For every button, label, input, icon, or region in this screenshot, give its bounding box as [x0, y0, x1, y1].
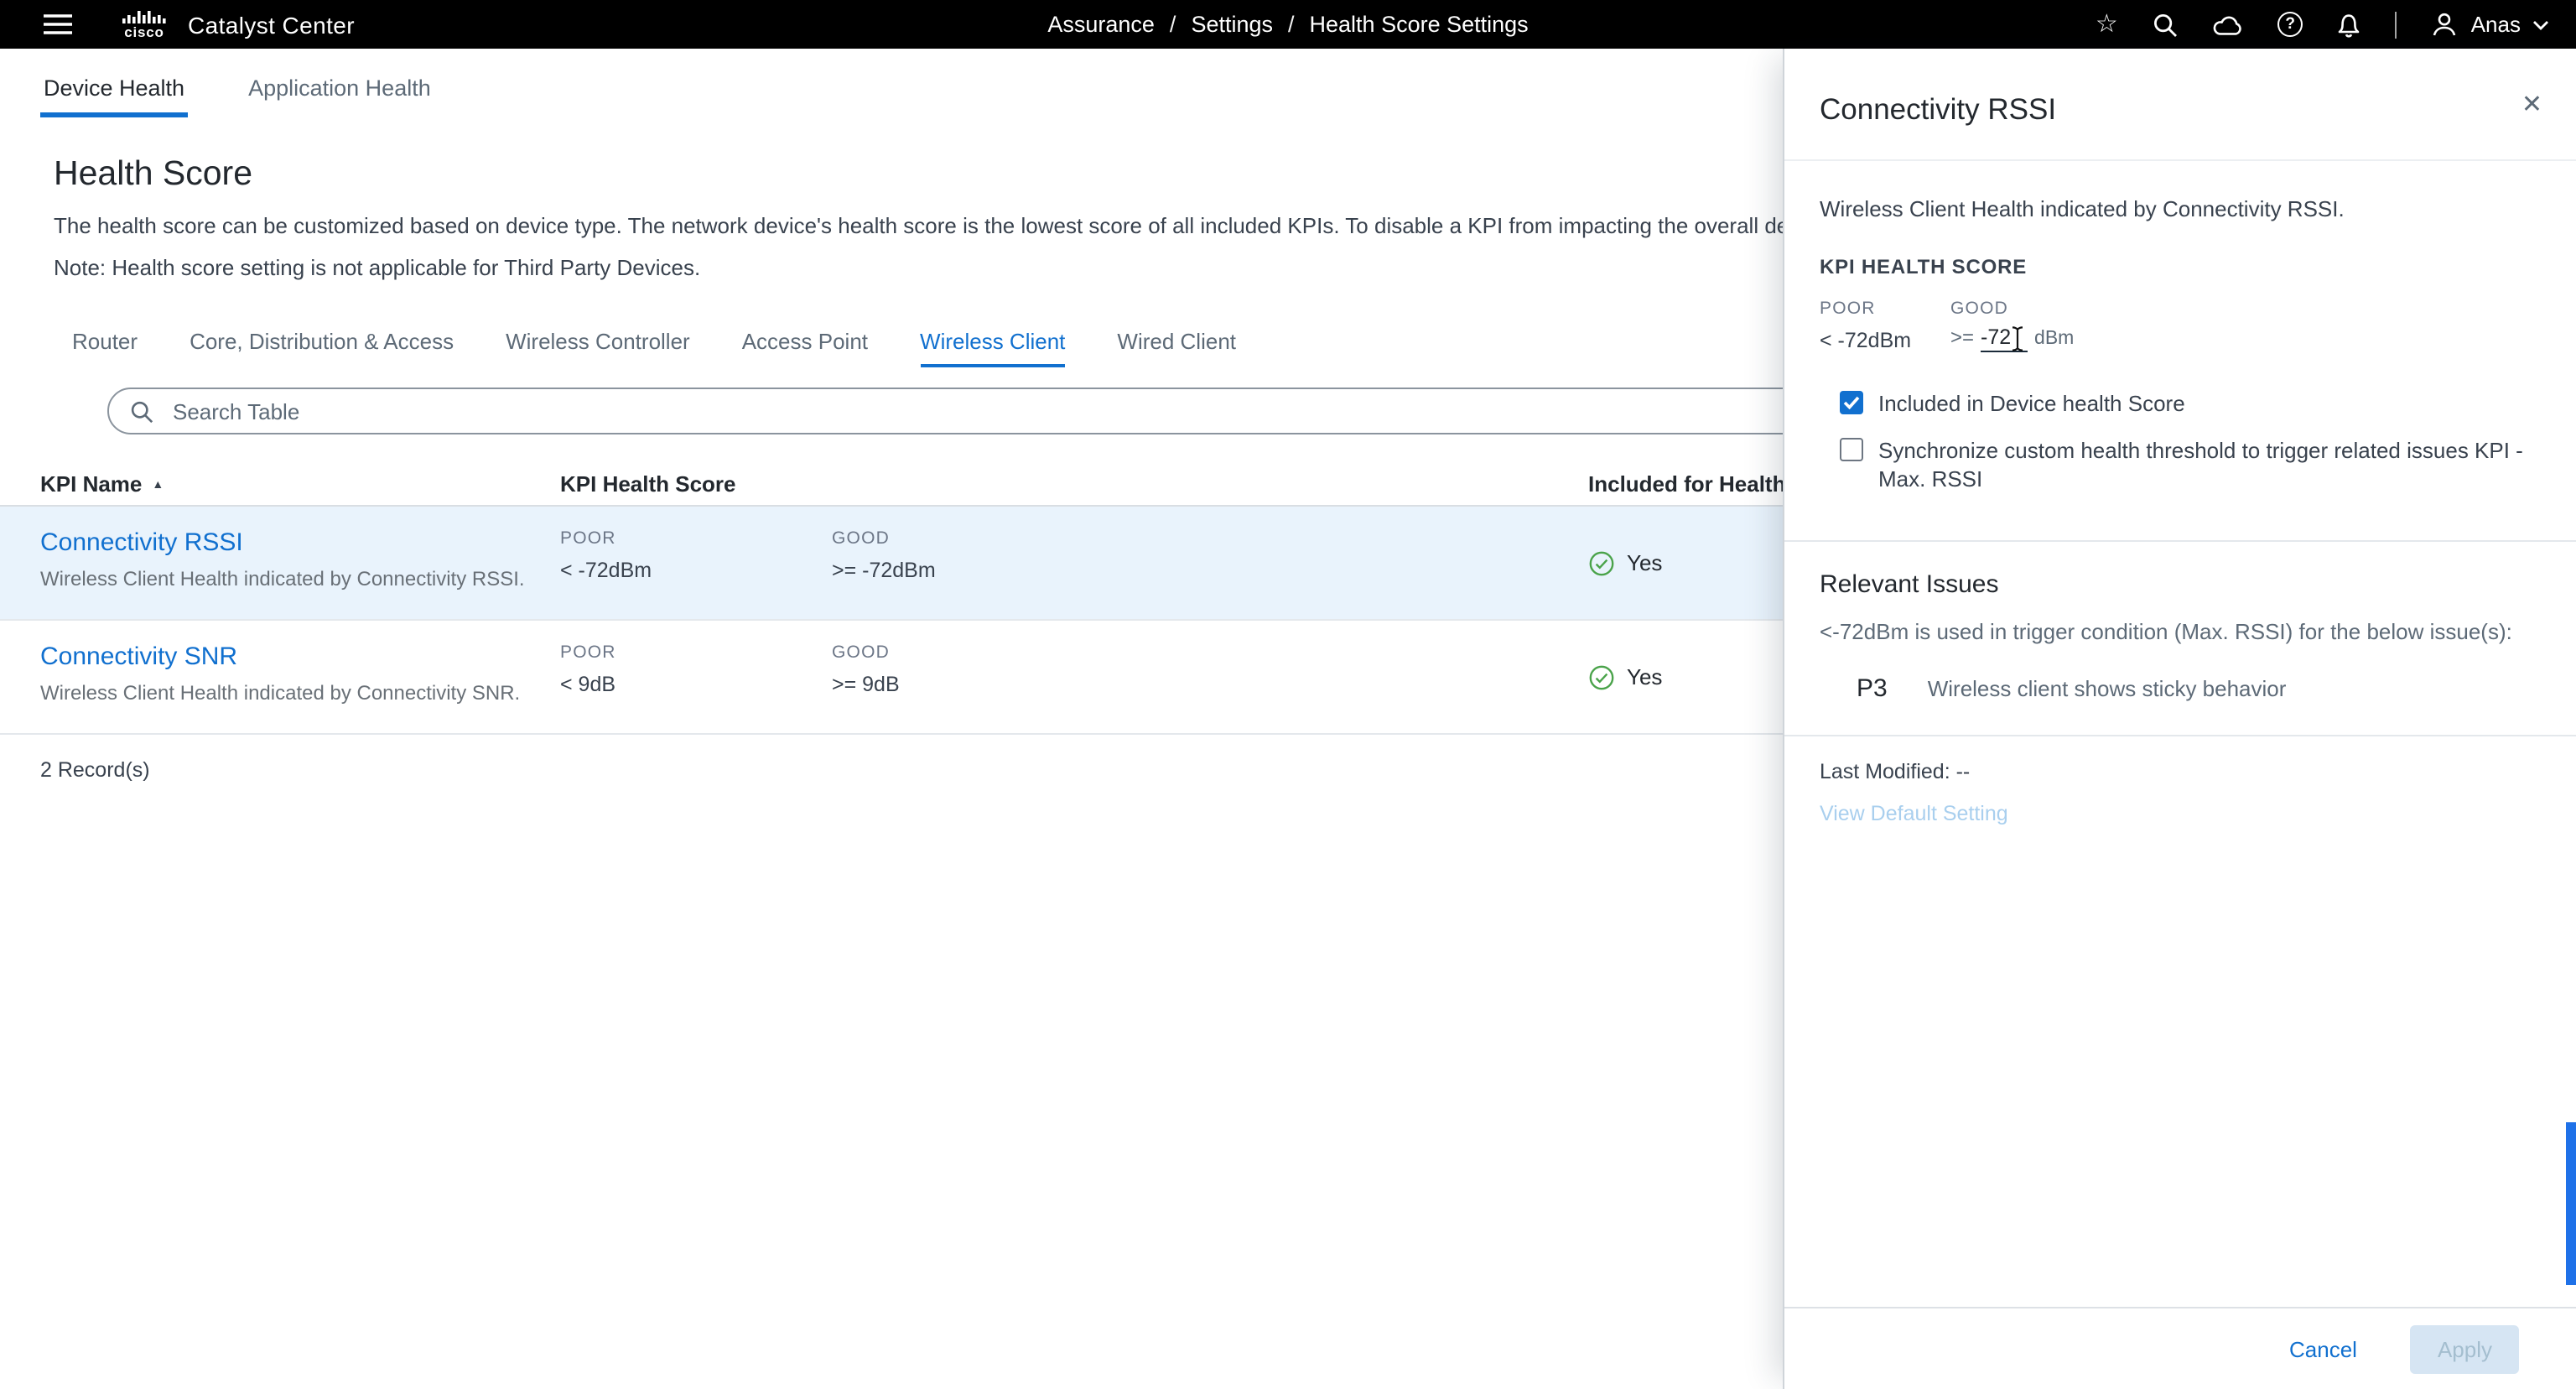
top-bar: cisco Catalyst Center Assurance / Settin…	[0, 0, 2576, 49]
poor-threshold: POOR < -72dBm	[560, 507, 832, 619]
subtab-core-distribution-access[interactable]: Core, Distribution & Access	[190, 329, 454, 367]
breadcrumb-item-settings[interactable]: Settings	[1191, 12, 1273, 37]
kpi-description: Wireless Client Health indicated by Conn…	[40, 567, 560, 590]
favorites-star-icon[interactable]: ☆	[2096, 10, 2118, 39]
column-header-kpi-name[interactable]: KPI Name▲	[0, 471, 560, 497]
included-checkbox-row[interactable]: Included in Device health Score	[1840, 389, 2185, 418]
tab-device-health[interactable]: Device Health	[40, 75, 188, 117]
kpi-description: Wireless Client Health indicated by Conn…	[40, 681, 560, 705]
help-icon[interactable]: ?	[2277, 10, 2303, 39]
user-menu[interactable]: Anas	[2431, 10, 2549, 39]
catalyst-center-app: cisco Catalyst Center Assurance / Settin…	[0, 0, 2576, 1389]
subtab-wired-client[interactable]: Wired Client	[1117, 329, 1236, 367]
cisco-logo-text: cisco	[124, 25, 164, 39]
breadcrumb-item-health-score-settings: Health Score Settings	[1310, 12, 1529, 37]
apply-button[interactable]: Apply	[2411, 1324, 2519, 1373]
page-description: The health score can be customized based…	[54, 213, 1858, 238]
kpi-link-connectivity-snr[interactable]: Connectivity SNR	[40, 642, 237, 671]
panel-poor-threshold: POOR < -72dBm	[1820, 299, 1911, 352]
page-note: Note: Health score setting is not applic…	[54, 255, 700, 280]
panel-header-divider	[1784, 159, 2576, 161]
cancel-button[interactable]: Cancel	[2289, 1336, 2357, 1361]
header-divider	[2396, 11, 2397, 38]
issue-row[interactable]: P3 Wireless client shows sticky behavior	[1857, 674, 2286, 703]
check-circle-icon	[1588, 549, 1615, 576]
check-circle-icon	[1588, 663, 1615, 690]
cisco-logo-bars	[122, 10, 166, 23]
tab-application-health[interactable]: Application Health	[245, 75, 434, 117]
last-modified: Last Modified: --	[1820, 760, 1970, 783]
sort-asc-icon: ▲	[152, 480, 164, 492]
good-prefix: >=	[1950, 325, 1974, 349]
panel-footer: Cancel Apply	[1784, 1307, 2576, 1389]
breadcrumb-separator: /	[1288, 12, 1295, 37]
record-count: 2 Record(s)	[40, 758, 150, 782]
good-threshold: GOOD >= -72dBm	[832, 507, 1104, 619]
close-icon[interactable]: ✕	[2521, 89, 2542, 119]
relevant-issues-description: <-72dBm is used in trigger condition (Ma…	[1820, 619, 2512, 644]
subtab-access-point[interactable]: Access Point	[742, 329, 868, 367]
scrollbar-thumb[interactable]	[2566, 1122, 2576, 1285]
hamburger-menu-icon[interactable]	[44, 13, 72, 35]
device-type-tabs: Router Core, Distribution & Access Wirel…	[72, 329, 1236, 367]
page-title: Health Score	[54, 154, 252, 195]
connectivity-rssi-panel: Connectivity RSSI ✕ Wireless Client Heal…	[1783, 49, 2576, 1389]
cloud-icon[interactable]	[2212, 10, 2244, 39]
subtab-router[interactable]: Router	[72, 329, 138, 367]
breadcrumb-item-assurance[interactable]: Assurance	[1047, 12, 1155, 37]
column-header-kpi-health-score: KPI Health Score	[560, 471, 1588, 497]
issue-name: Wireless client shows sticky behavior	[1928, 676, 2287, 701]
kpi-link-connectivity-rssi[interactable]: Connectivity RSSI	[40, 528, 243, 557]
user-icon	[2431, 10, 2459, 39]
top-bar-actions: ☆ ? Anas	[2096, 10, 2576, 39]
panel-divider	[1784, 735, 2576, 736]
search-input-icon	[129, 398, 154, 424]
panel-title: Connectivity RSSI	[1820, 92, 2056, 127]
view-default-setting-link[interactable]: View Default Setting	[1820, 802, 2008, 825]
good-threshold: GOOD >= 9dB	[832, 621, 1104, 733]
poor-threshold: POOR < 9dB	[560, 621, 832, 733]
kpi-health-score-heading: KPI HEALTH SCORE	[1820, 255, 2027, 278]
good-threshold-input[interactable]	[1981, 325, 2028, 352]
subtab-wireless-controller[interactable]: Wireless Controller	[506, 329, 690, 367]
sync-checkbox[interactable]	[1840, 438, 1863, 461]
search-icon[interactable]	[2152, 10, 2179, 39]
check-icon	[1843, 396, 1860, 409]
breadcrumb: Assurance / Settings / Health Score Sett…	[1047, 0, 1528, 49]
sync-checkbox-row[interactable]: Synchronize custom health threshold to t…	[1840, 436, 2556, 493]
notifications-bell-icon[interactable]	[2337, 10, 2362, 39]
panel-divider	[1784, 540, 2576, 542]
breadcrumb-separator: /	[1170, 12, 1176, 37]
cisco-logo: cisco	[122, 10, 166, 39]
panel-good-threshold: GOOD >= dBm	[1950, 299, 2074, 352]
chevron-down-icon	[2532, 19, 2549, 29]
subtab-wireless-client[interactable]: Wireless Client	[920, 329, 1065, 367]
relevant-issues-heading: Relevant Issues	[1820, 570, 1998, 599]
panel-description: Wireless Client Health indicated by Conn…	[1820, 196, 2345, 221]
included-checkbox[interactable]	[1840, 391, 1863, 414]
good-unit: dBm	[2034, 329, 2074, 349]
user-name: Anas	[2471, 12, 2521, 37]
issue-priority-badge: P3	[1857, 674, 1888, 703]
app-title: Catalyst Center	[188, 11, 355, 38]
